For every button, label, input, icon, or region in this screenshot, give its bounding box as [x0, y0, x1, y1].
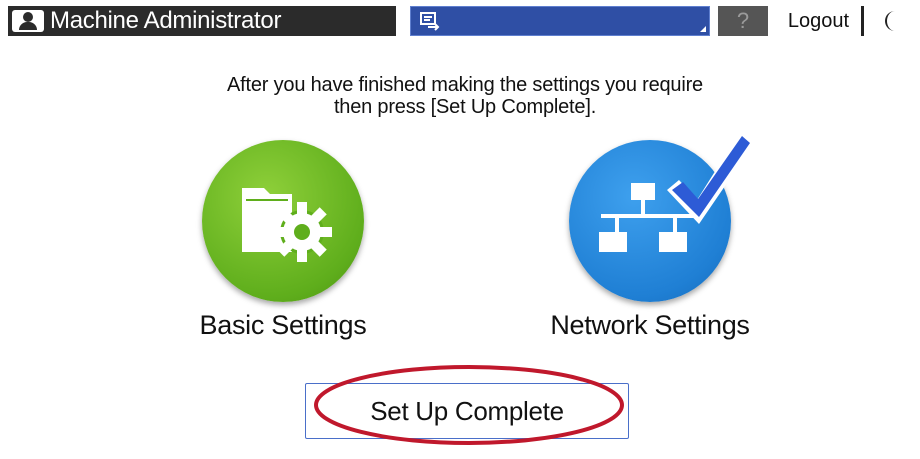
network-settings-tile[interactable]: Network Settings	[535, 130, 765, 341]
page-title: Machine Administrator	[50, 7, 282, 34]
network-settings-circle	[569, 130, 755, 302]
help-button[interactable]: ?	[718, 6, 768, 36]
help-icon: ?	[736, 8, 750, 33]
sleep-button[interactable]	[870, 6, 914, 36]
expand-corner-icon	[700, 26, 706, 32]
logout-label: Logout	[787, 9, 850, 32]
highlight-ring	[314, 365, 624, 445]
logout-button[interactable]: Logout	[776, 6, 864, 36]
instruction-text: After you have finished making the setti…	[0, 74, 920, 118]
folder-gear-icon	[242, 188, 332, 262]
basic-settings-label: Basic Settings	[199, 310, 367, 340]
instruction-line-1: After you have finished making the setti…	[227, 74, 703, 96]
screen-status-icon	[417, 10, 443, 32]
instruction-line-2: then press [Set Up Complete].	[333, 96, 597, 118]
basic-settings-tile[interactable]: Basic Settings	[178, 140, 388, 341]
sleep-moon-icon	[885, 11, 895, 31]
network-check-icon	[599, 130, 755, 252]
top-bar: Machine Administrator ? Logout	[0, 0, 920, 41]
user-icon	[12, 10, 44, 32]
title-block: Machine Administrator	[8, 6, 396, 36]
basic-settings-circle	[202, 140, 364, 302]
status-bar[interactable]	[410, 6, 710, 36]
